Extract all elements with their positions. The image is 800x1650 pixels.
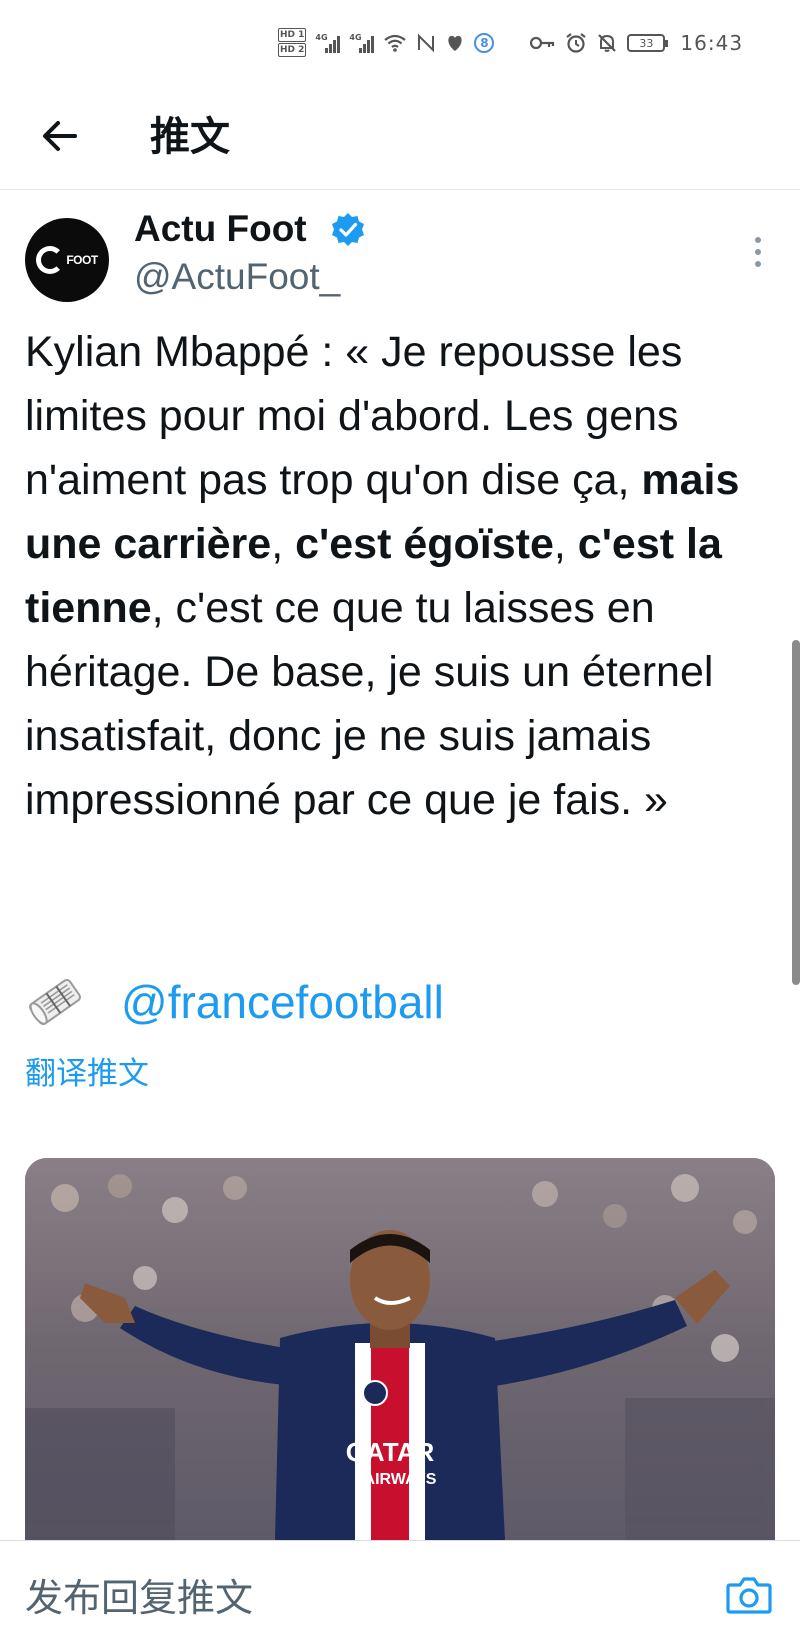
hd-indicator: HD 1 HD 2	[278, 28, 307, 58]
battery-icon: 33	[627, 34, 669, 52]
more-dot-icon	[755, 261, 761, 267]
back-button[interactable]	[38, 114, 82, 158]
rolled-newspaper-icon	[29, 978, 81, 1026]
author-name[interactable]: Actu Foot	[134, 206, 307, 252]
signal-1-icon: 4G	[315, 33, 341, 53]
arrow-left-icon	[43, 121, 77, 151]
hd2-label: HD 2	[278, 43, 307, 57]
tweet-text-bold-segment: c'est égoïste	[295, 520, 554, 568]
tweet-text-segment: ,	[271, 520, 296, 568]
author-handle[interactable]: @ActuFoot_	[134, 254, 340, 300]
more-dot-icon	[755, 237, 761, 243]
heart-shield-icon	[448, 35, 463, 51]
wifi-icon	[384, 34, 407, 52]
page-title: 推文	[150, 114, 230, 160]
avatar-logo-icon	[36, 246, 65, 274]
verified-badge-icon	[332, 213, 364, 246]
more-dot-icon	[755, 249, 761, 255]
player-celebration-photo: QATAR AIRWAYS	[25, 1158, 775, 1540]
notification-badge: 8	[474, 33, 495, 53]
top-nav-bar: 推文	[0, 90, 800, 190]
nfc-icon	[418, 33, 435, 53]
clock: 16:43	[680, 31, 744, 55]
translate-tweet-link[interactable]: 翻译推文	[25, 1054, 149, 1094]
source-line: @francefootball	[25, 970, 444, 1034]
scrollbar[interactable]	[792, 640, 800, 985]
more-options-button[interactable]	[746, 232, 770, 272]
tweet-text: Kylian Mbappé : « Je repousse les limite…	[25, 320, 780, 832]
shirt-sponsor-line2: AIRWAYS	[364, 1471, 437, 1488]
reply-input[interactable]: 发布回复推文	[25, 1573, 253, 1623]
alarm-icon	[566, 33, 587, 53]
avatar-logo-text: FOOT	[66, 253, 98, 267]
key-icon	[530, 36, 555, 50]
shirt-sponsor-line1: QATAR	[346, 1437, 435, 1467]
mute-bell-icon	[598, 34, 617, 52]
status-icons: HD 1 HD 2 4G 4G 8 33 16:43	[278, 28, 743, 58]
camera-button[interactable]	[726, 1575, 772, 1615]
camera-icon	[726, 1577, 772, 1614]
net2-label: 4G	[349, 33, 362, 42]
tweet-text-segment: Kylian Mbappé : « Je repousse les limite…	[25, 328, 683, 504]
net1-label: 4G	[315, 33, 328, 42]
reply-bar: 发布回复推文	[0, 1540, 800, 1650]
hd1-label: HD 1	[278, 28, 307, 42]
tweet-media-image[interactable]: QATAR AIRWAYS	[25, 1158, 775, 1540]
status-bar: HD 1 HD 2 4G 4G 8 33 16:43	[0, 0, 800, 90]
tweet-text-segment: ,	[553, 520, 578, 568]
avatar[interactable]: FOOT	[25, 218, 109, 302]
signal-2-icon: 4G	[349, 33, 375, 53]
mention-link[interactable]: @francefootball	[121, 975, 444, 1029]
